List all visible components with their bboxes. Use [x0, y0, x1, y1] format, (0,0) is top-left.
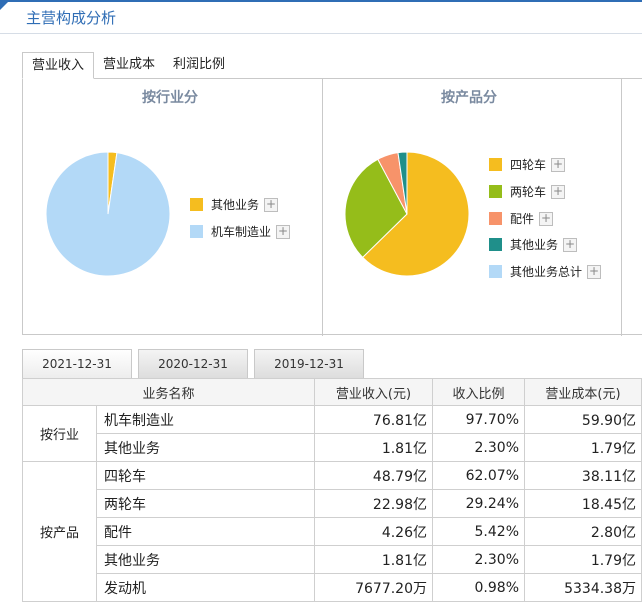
table-row: 两轮车 22.98亿 29.24% 18.45亿	[23, 489, 642, 518]
header-accent-bar	[0, 0, 642, 2]
table-row: 其他业务 1.81亿 2.30% 1.79亿	[23, 433, 642, 462]
row-name: 其他业务	[96, 433, 315, 462]
row-revenue: 76.81亿	[314, 405, 433, 434]
product-chart-title: 按产品分	[441, 90, 497, 106]
legend-swatch	[489, 212, 502, 225]
col-revenue: 营业收入(元)	[314, 378, 433, 406]
legend-swatch	[190, 225, 203, 238]
col-ratio: 收入比例	[432, 378, 525, 406]
row-name: 配件	[96, 517, 315, 546]
row-ratio: 0.98%	[432, 573, 525, 602]
row-cost: 59.90亿	[524, 405, 642, 434]
tab-2021[interactable]: 2021-12-31	[22, 349, 132, 379]
legend-item-other-business: 其他业务 +	[489, 236, 578, 253]
row-cost: 1.79亿	[524, 433, 642, 462]
legend-item-four-wheel: 四轮车 +	[489, 156, 566, 173]
legend-swatch	[489, 265, 502, 278]
page-title: 主营构成分析	[26, 9, 117, 27]
legend-label: 机车制造业	[211, 225, 272, 239]
table-row: 按产品 四轮车 48.79亿 62.07% 38.11亿	[22, 461, 642, 602]
group-label: 按行业	[22, 405, 97, 462]
expand-plus-icon[interactable]: +	[264, 197, 279, 212]
row-revenue: 1.81亿	[314, 433, 433, 462]
row-revenue: 22.98亿	[314, 489, 433, 518]
tab-cost[interactable]: 营业成本	[94, 52, 164, 79]
expand-plus-icon[interactable]: +	[276, 224, 291, 239]
legend-swatch	[489, 185, 502, 198]
tab-2019[interactable]: 2019-12-31	[254, 349, 364, 379]
row-name: 四轮车	[96, 461, 315, 490]
row-revenue: 48.79亿	[314, 461, 433, 490]
legend-label: 其他业务	[211, 198, 260, 212]
tab-profit-ratio[interactable]: 利润比例	[164, 52, 234, 79]
chart-panel: 按行业分 其他业务 + 机车制造业 + 按产品分 四轮车 + 两轮车 + 配件 …	[22, 78, 642, 336]
product-pie-chart	[344, 151, 470, 277]
table-row: 发动机 7677.20万 0.98% 5334.38万	[23, 573, 642, 602]
section-header: 主营构成分析	[0, 0, 642, 34]
legend-item-other: 其他业务 +	[190, 196, 279, 213]
legend-label: 其他业务总计	[510, 265, 583, 279]
col-cost: 营业成本(元)	[524, 378, 642, 406]
legend-item-parts: 配件 +	[489, 210, 554, 227]
legend-label: 配件	[510, 212, 535, 226]
legend-swatch	[489, 238, 502, 251]
table-row: 按行业 机车制造业 76.81亿 97.70% 59.90亿	[22, 405, 642, 462]
expand-plus-icon[interactable]: +	[563, 237, 578, 252]
row-name: 机车制造业	[96, 405, 315, 434]
industry-chart-title: 按行业分	[142, 90, 198, 106]
table-header-row: 业务名称 营业收入(元) 收入比例 营业成本(元)	[22, 378, 642, 406]
tab-2020[interactable]: 2020-12-31	[138, 349, 248, 379]
pie-slice-机车制造业[interactable]	[45, 151, 171, 277]
row-cost: 5334.38万	[524, 573, 642, 602]
legend-label: 两轮车	[510, 185, 547, 199]
table-row: 其他业务 1.81亿 2.30% 1.79亿	[23, 545, 642, 574]
legend-item-two-wheel: 两轮车 +	[489, 183, 566, 200]
row-ratio: 97.70%	[432, 405, 525, 434]
expand-plus-icon[interactable]: +	[539, 211, 554, 226]
panel-divider-right	[621, 79, 622, 336]
legend-swatch	[489, 158, 502, 171]
revenue-table: 业务名称 营业收入(元) 收入比例 营业成本(元) 按行业 机车制造业 76.8…	[22, 378, 642, 602]
legend-swatch	[190, 198, 203, 211]
expand-plus-icon[interactable]: +	[551, 157, 566, 172]
row-name: 发动机	[96, 573, 315, 602]
panel-divider	[322, 79, 323, 336]
header-corner-mark	[0, 0, 10, 10]
legend-label: 四轮车	[510, 158, 547, 172]
group-label: 按产品	[22, 461, 97, 602]
row-cost: 2.80亿	[524, 517, 642, 546]
legend-item-locomotive: 机车制造业 +	[190, 223, 291, 240]
row-revenue: 4.26亿	[314, 517, 433, 546]
row-ratio: 5.42%	[432, 517, 525, 546]
row-ratio: 2.30%	[432, 433, 525, 462]
row-cost: 1.79亿	[524, 545, 642, 574]
metric-tabs: 营业收入 营业成本 利润比例	[22, 52, 234, 79]
expand-plus-icon[interactable]: +	[551, 184, 566, 199]
row-ratio: 29.24%	[432, 489, 525, 518]
row-revenue: 7677.20万	[314, 573, 433, 602]
legend-item-other-total: 其他业务总计 +	[489, 263, 602, 280]
expand-plus-icon[interactable]: +	[587, 264, 602, 279]
row-ratio: 2.30%	[432, 545, 525, 574]
row-cost: 18.45亿	[524, 489, 642, 518]
tab-revenue[interactable]: 营业收入	[22, 52, 95, 79]
industry-pie-chart	[45, 151, 171, 277]
row-cost: 38.11亿	[524, 461, 642, 490]
table-row: 配件 4.26亿 5.42% 2.80亿	[23, 517, 642, 546]
col-business-name: 业务名称	[22, 378, 315, 406]
row-name: 其他业务	[96, 545, 315, 574]
legend-label: 其他业务	[510, 238, 559, 252]
row-revenue: 1.81亿	[314, 545, 433, 574]
row-name: 两轮车	[96, 489, 315, 518]
row-ratio: 62.07%	[432, 461, 525, 490]
